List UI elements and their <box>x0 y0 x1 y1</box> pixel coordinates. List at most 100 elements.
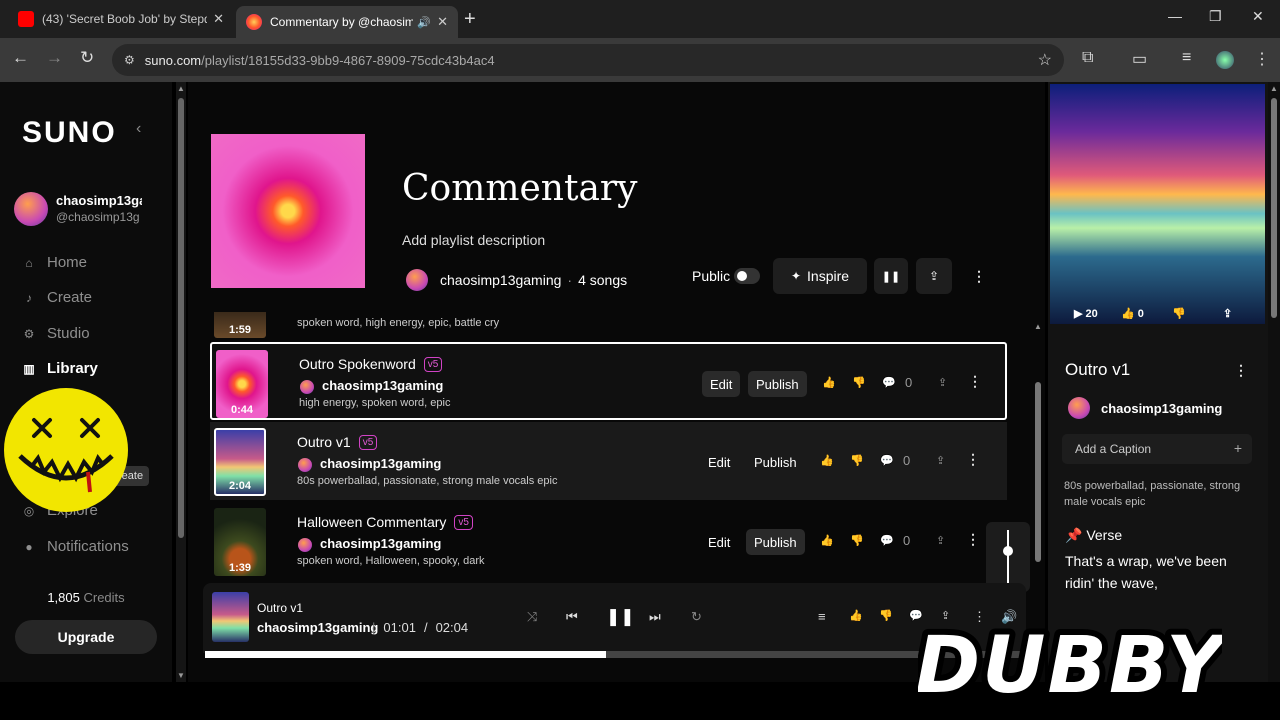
user-name[interactable]: chaosimp13ga <box>56 193 142 208</box>
thumbs-down-icon[interactable]: 👎 <box>850 534 864 547</box>
nav-home[interactable]: ⌂ Home <box>22 254 87 271</box>
scroll-down-icon[interactable]: ▼ <box>177 671 185 680</box>
now-playing-thumbnail[interactable] <box>212 592 249 642</box>
public-toggle[interactable] <box>734 268 760 284</box>
song-artist[interactable]: chaosimp13gaming <box>320 456 441 471</box>
back-icon[interactable]: ← <box>12 48 29 68</box>
sidebar-scrollbar[interactable]: ▲ ▼ <box>176 82 186 682</box>
share-icon[interactable]: ⇪ <box>1223 307 1232 320</box>
share-icon[interactable]: ⇪ <box>938 376 947 389</box>
more-options-icon[interactable]: ⋮ <box>1234 362 1248 379</box>
upgrade-button[interactable]: Upgrade <box>15 620 157 654</box>
now-playing-artist[interactable]: chaosimp13gaming <box>257 620 378 635</box>
nav-library[interactable]: ▥ Library <box>22 360 98 377</box>
song-thumbnail[interactable]: 1:39 <box>214 508 266 576</box>
close-tab-icon[interactable]: ✕ <box>437 14 448 30</box>
queue-icon[interactable]: ≡ <box>818 609 826 624</box>
previous-icon[interactable]: ⏮ <box>566 609 578 625</box>
publish-button[interactable]: Publish <box>746 529 805 555</box>
nav-notifications[interactable]: ● Notifications <box>22 538 128 555</box>
scroll-up-icon[interactable]: ▲ <box>177 84 185 93</box>
suno-logo[interactable]: SUNO <box>22 116 117 150</box>
nav-create[interactable]: ♪ Create <box>22 289 92 306</box>
share-icon[interactable]: ⇪ <box>936 534 945 547</box>
scroll-thumb[interactable] <box>1035 382 1041 562</box>
song-row[interactable]: 0:44 Outro Spokenword v5 chaosimp13gaming… <box>210 342 1007 420</box>
close-tab-icon[interactable]: ✕ <box>213 11 224 27</box>
song-row[interactable]: 2:04 Outro v1 v5 chaosimp13gaming 80s pow… <box>210 422 1007 500</box>
shuffle-icon[interactable]: ⤨ <box>527 609 537 625</box>
share-icon[interactable]: ⇪ <box>936 454 945 467</box>
more-options-icon[interactable]: ⋮ <box>972 268 986 285</box>
song-artist[interactable]: chaosimp13gaming <box>322 378 443 393</box>
thumbs-up-icon[interactable]: 👍 <box>820 454 834 467</box>
song-title[interactable]: Outro v1 v5 <box>297 434 378 450</box>
comment-icon[interactable]: 💬 <box>882 376 896 389</box>
more-options-icon[interactable]: ⋮ <box>966 531 980 548</box>
nav-studio[interactable]: ⚙ Studio <box>22 325 90 342</box>
artist-avatar[interactable] <box>1068 397 1090 419</box>
thumbs-down-icon[interactable]: 👎 <box>879 609 893 622</box>
user-avatar[interactable] <box>14 192 48 226</box>
volume-slider[interactable] <box>986 522 1030 592</box>
detail-artist[interactable]: chaosimp13gaming <box>1101 401 1222 416</box>
song-thumbnail[interactable]: 2:04 <box>214 428 266 496</box>
cast-icon[interactable]: ▭ <box>1132 49 1147 69</box>
scroll-thumb[interactable] <box>1271 98 1277 318</box>
playlist-cover[interactable] <box>211 134 365 288</box>
browser-menu-icon[interactable]: ⋮ <box>1254 49 1270 69</box>
next-icon[interactable]: ⏭ <box>649 609 661 625</box>
publish-button[interactable]: Publish <box>748 371 807 397</box>
edit-button[interactable]: Edit <box>702 371 741 397</box>
detail-title[interactable]: Outro v1 <box>1065 360 1130 380</box>
song-artist[interactable]: chaosimp13gaming <box>320 536 441 551</box>
playlist-title[interactable]: Commentary <box>402 168 637 209</box>
song-artwork[interactable] <box>1050 84 1265 324</box>
playback-progress[interactable] <box>205 651 1024 658</box>
bookmark-star-icon[interactable]: ☆ <box>1038 50 1052 70</box>
close-window-icon[interactable]: ✕ <box>1252 8 1264 25</box>
scroll-up-icon[interactable]: ▲ <box>1034 322 1042 331</box>
volume-knob[interactable] <box>1003 546 1013 556</box>
more-options-icon[interactable]: ⋮ <box>968 373 982 390</box>
tab-youtube[interactable]: (43) 'Secret Boob Job' by Stepd ✕ <box>8 6 234 32</box>
edit-button[interactable]: Edit <box>700 449 738 475</box>
inspire-button[interactable]: ✦ Inspire <box>773 258 867 294</box>
song-row-partial[interactable]: 1:59 spoken word, high energy, epic, bat… <box>210 312 1007 338</box>
comment-icon[interactable]: 💬 <box>880 454 894 467</box>
thumbs-down-icon[interactable]: 👎 <box>850 454 864 467</box>
thumbs-down-icon[interactable]: 👎 <box>852 376 866 389</box>
forward-icon[interactable]: → <box>46 48 63 68</box>
edit-button[interactable]: Edit <box>700 529 738 555</box>
new-tab-button[interactable]: + <box>464 8 476 31</box>
pause-icon[interactable]: ❚❚ <box>606 607 635 627</box>
extensions-icon[interactable]: ⧉ <box>1082 49 1093 67</box>
maximize-icon[interactable]: ❐ <box>1209 8 1222 25</box>
scroll-up-icon[interactable]: ▲ <box>1270 84 1278 93</box>
repeat-icon[interactable]: ↻ <box>691 609 702 625</box>
owner-avatar[interactable] <box>406 269 428 291</box>
thumbs-up-icon[interactable]: 👍 <box>849 609 863 622</box>
playlist-description[interactable]: Add playlist description <box>402 232 545 248</box>
share-button[interactable]: ⇪ <box>916 258 952 294</box>
publish-button[interactable]: Publish <box>746 449 805 475</box>
collapse-sidebar-icon[interactable]: ‹ <box>136 120 141 138</box>
thumbs-up-icon[interactable]: 👍 <box>822 376 836 389</box>
pause-playlist-button[interactable]: ❚❚ <box>874 258 908 294</box>
thumbs-up-icon[interactable]: 👍 <box>820 534 834 547</box>
address-bar[interactable]: ⚙ suno.com/playlist/18155d33-9bb9-4867-8… <box>112 44 1064 76</box>
like-count[interactable]: 👍 0 <box>1121 307 1144 320</box>
now-playing-title[interactable]: Outro v1 <box>257 601 303 615</box>
song-title[interactable]: Halloween Commentary v5 <box>297 514 473 530</box>
detail-scrollbar[interactable]: ▲ <box>1268 82 1280 682</box>
minimize-icon[interactable]: — <box>1168 8 1182 24</box>
song-title[interactable]: Outro Spokenword v5 <box>299 356 443 372</box>
add-caption-button[interactable]: Add a Caption + <box>1062 434 1252 464</box>
song-row[interactable]: 1:39 Halloween Commentary v5 chaosimp13ga… <box>210 502 1007 580</box>
reload-icon[interactable]: ↻ <box>80 48 94 68</box>
scroll-thumb[interactable] <box>178 98 184 538</box>
speaker-icon[interactable]: 🔊 <box>417 16 431 29</box>
profile-avatar[interactable] <box>1216 51 1234 69</box>
owner-name[interactable]: chaosimp13gaming <box>440 272 561 288</box>
comment-icon[interactable]: 💬 <box>880 534 894 547</box>
